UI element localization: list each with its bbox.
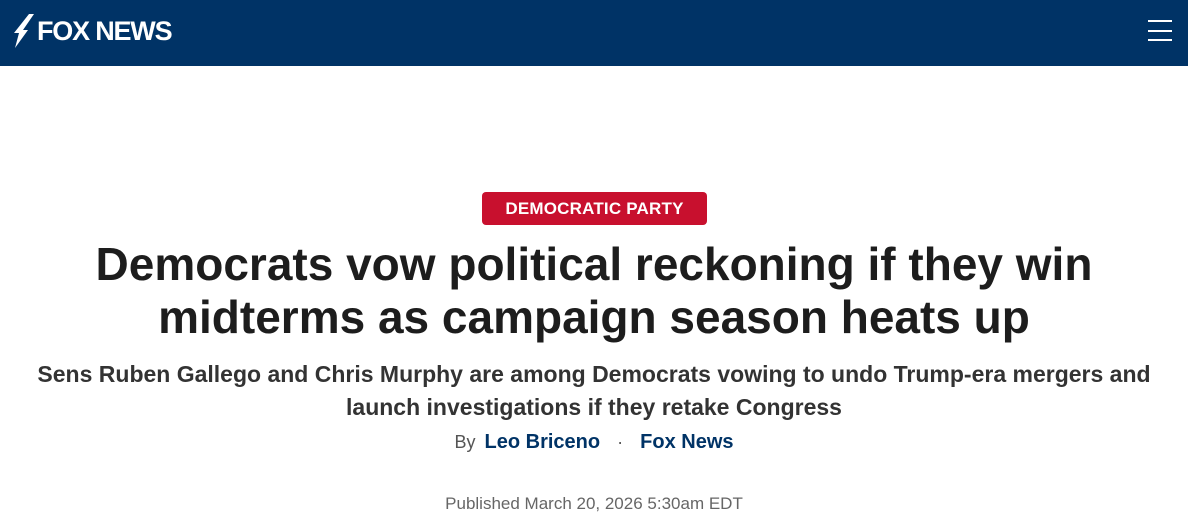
logo-text: FOX NEWS: [37, 15, 173, 46]
author-link[interactable]: Leo Briceno: [485, 431, 601, 453]
site-header: FOX NEWS: [0, 0, 1188, 66]
fox-news-logo[interactable]: FOX NEWS: [12, 14, 173, 48]
byline-prefix: By: [454, 432, 476, 452]
category-badge[interactable]: DEMOCRATIC PARTY: [482, 192, 707, 225]
lightning-bolt-icon: [14, 14, 34, 48]
byline-separator: ·: [617, 432, 624, 452]
published-date: Published March 20, 2026 5:30am EDT: [445, 494, 743, 513]
outlet-link[interactable]: Fox News: [640, 431, 733, 453]
byline: By Leo Briceno · Fox News: [0, 431, 1188, 454]
article-headline: Democrats vow political reckoning if the…: [95, 238, 1093, 343]
hamburger-menu-icon[interactable]: [1148, 20, 1172, 41]
article-subheadline: Sens Ruben Gallego and Chris Murphy are …: [37, 361, 1151, 420]
